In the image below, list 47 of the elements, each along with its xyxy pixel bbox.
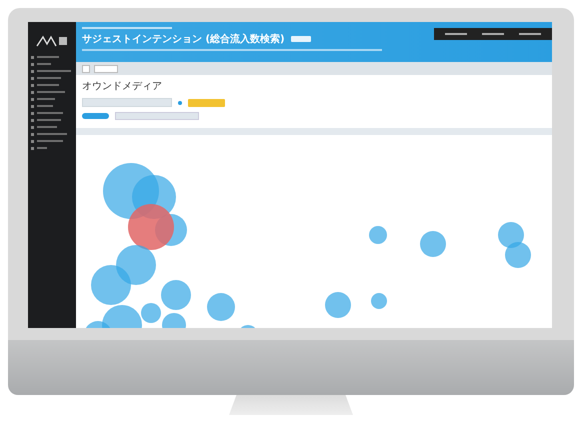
page-title: サジェストインテンション (総合流入数検索) — [82, 32, 285, 46]
illegible-text-line — [37, 126, 57, 128]
submit-button[interactable] — [188, 98, 225, 106]
back-button[interactable] — [82, 64, 90, 72]
sidebar-icon — [31, 62, 34, 66]
bubble — [369, 226, 387, 244]
illegible-text-line — [37, 56, 59, 58]
illegible-text-line — [37, 70, 71, 72]
title-badge — [290, 36, 311, 42]
sidebar-icon — [31, 118, 34, 122]
sidebar-icon — [31, 132, 34, 136]
sidebar-icon — [31, 76, 34, 80]
sidebar-icon — [31, 104, 34, 108]
illegible-text-line — [37, 112, 63, 114]
sidebar-icon — [31, 146, 34, 150]
bubble — [325, 292, 351, 318]
bubble — [371, 293, 387, 309]
input-field[interactable] — [82, 98, 172, 107]
illegible-text-line — [37, 119, 61, 121]
bubble — [505, 242, 531, 268]
radio-button[interactable] — [178, 100, 182, 104]
sidebar-icon — [31, 70, 34, 72]
sidebar-icon — [31, 98, 34, 100]
bubble — [207, 293, 235, 321]
sidebar-icon — [31, 90, 34, 94]
toolbar-button[interactable] — [94, 64, 118, 72]
sidebar-icon — [31, 84, 34, 86]
illegible-text-line — [37, 140, 63, 142]
bubble — [420, 231, 446, 257]
dropdown-field[interactable] — [115, 112, 199, 120]
section-heading: オウンドメディア — [82, 80, 163, 93]
sidebar-icon — [31, 126, 34, 128]
bubble — [498, 222, 524, 248]
illegible-text-line — [37, 84, 59, 86]
logo-icon — [35, 34, 69, 48]
sidebar-icon — [31, 56, 34, 58]
sidebar-icon — [31, 140, 34, 142]
illegible-text-line — [37, 105, 53, 107]
sidebar-icon — [31, 112, 34, 114]
illegible-text-line — [37, 133, 67, 135]
bubble — [116, 245, 156, 285]
illegible-text-line — [37, 63, 51, 65]
illegible-text-line — [37, 98, 55, 100]
filter-button[interactable] — [82, 113, 109, 119]
illegible-text-line — [37, 91, 65, 93]
illegible-text-line — [37, 77, 61, 79]
bubble — [162, 313, 186, 328]
